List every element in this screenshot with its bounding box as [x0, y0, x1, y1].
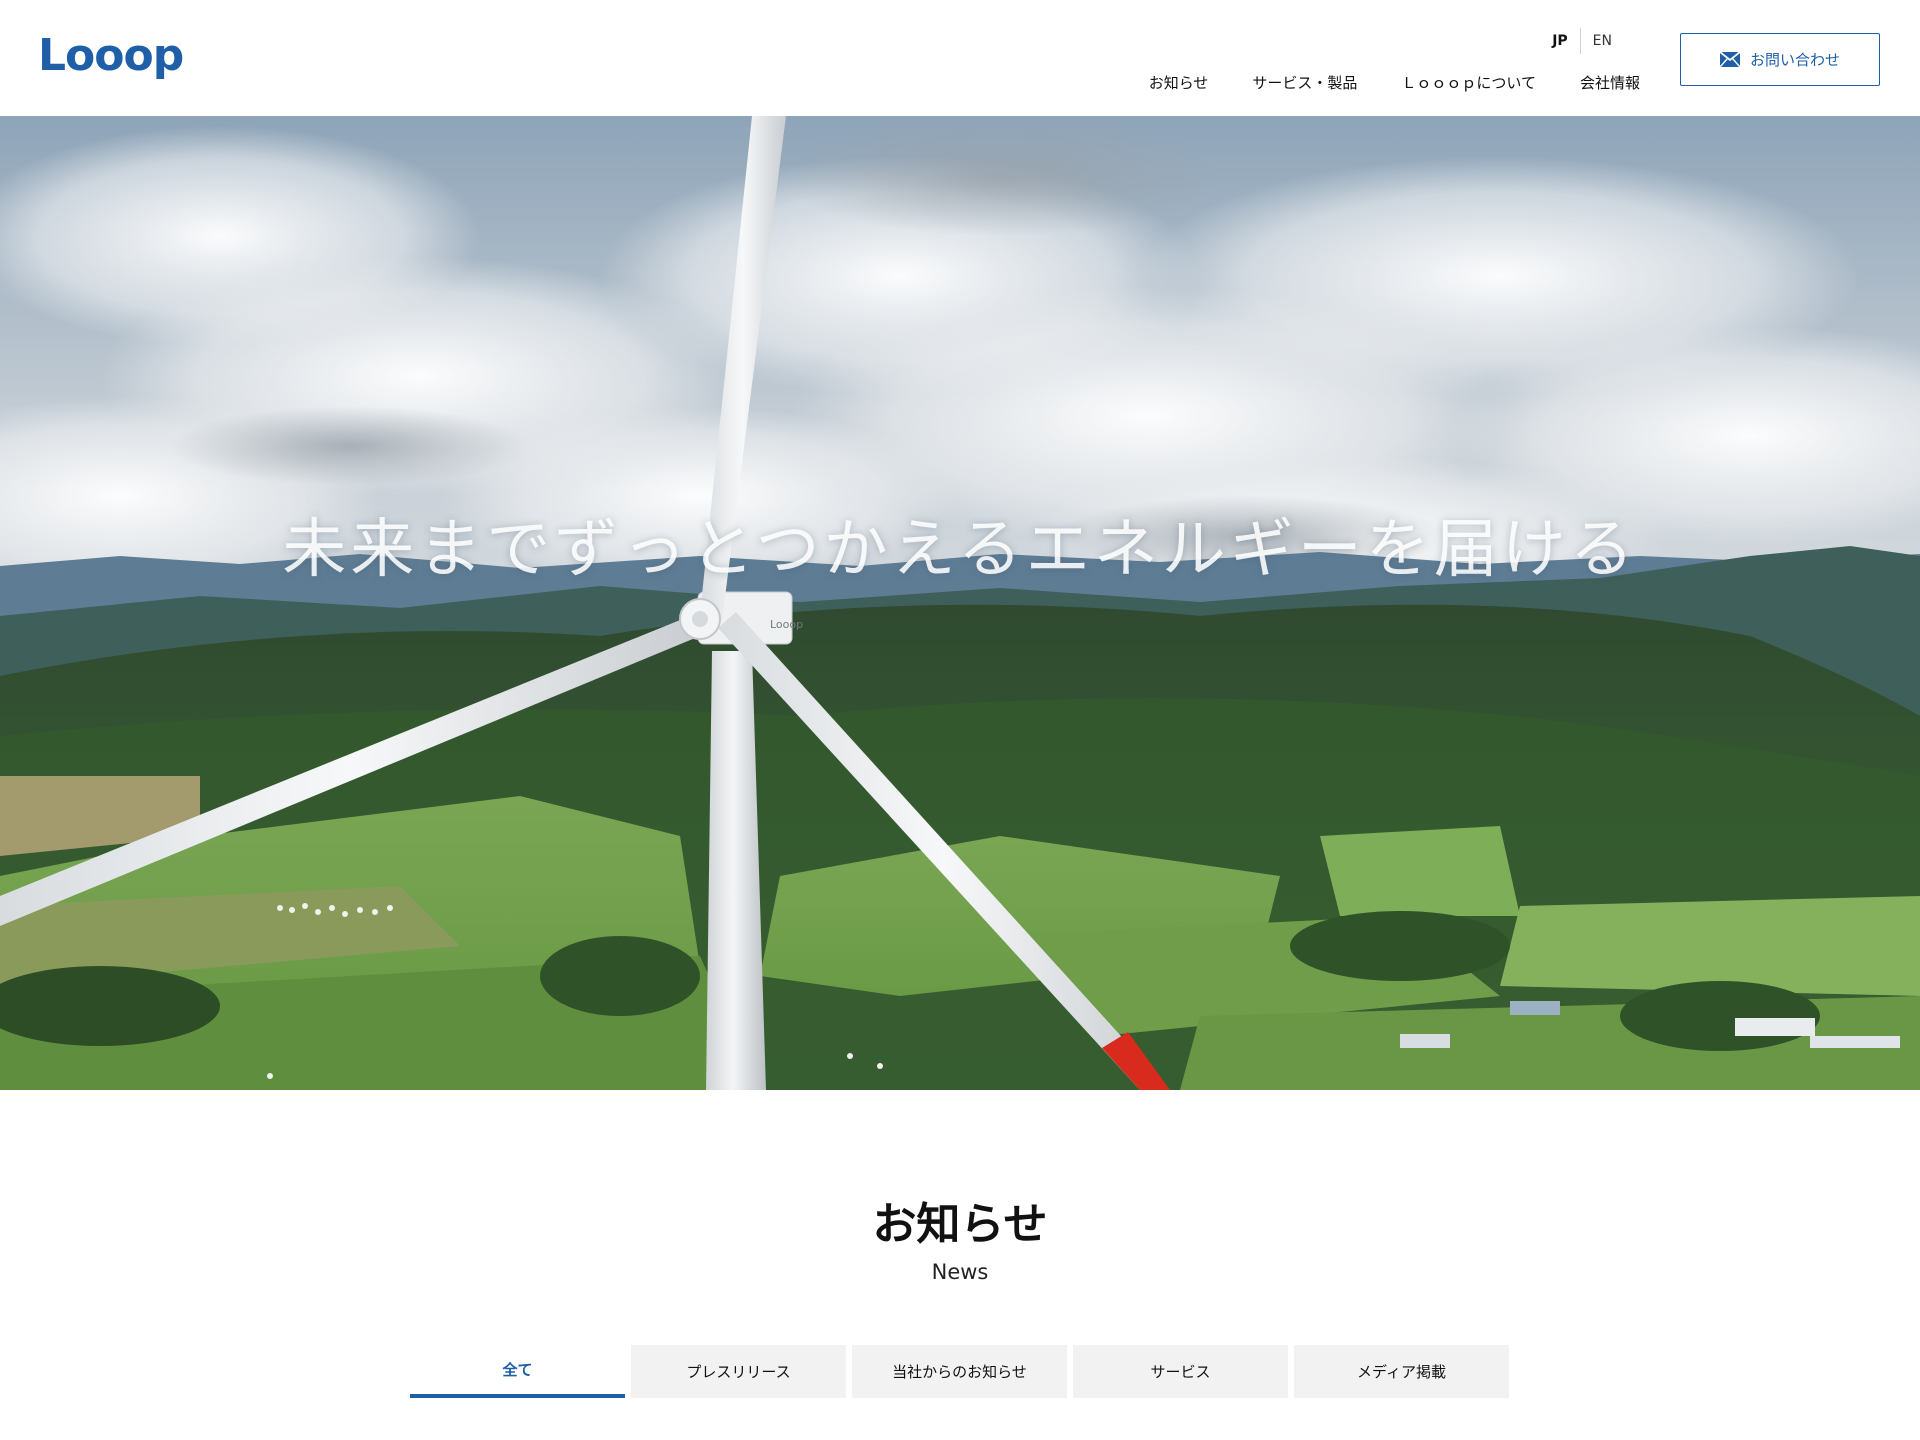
nav-news[interactable]: お知らせ — [1149, 72, 1209, 93]
mail-icon — [1719, 52, 1740, 67]
lang-jp[interactable]: JP — [1540, 31, 1579, 51]
news-section-title: お知らせ — [872, 1199, 1048, 1250]
hero-banner: Looop 未来までずっとつかえるエネルギーを届ける — [0, 116, 1920, 1090]
site-header: Looop JP EN お知らせ サービス・製品 Ｌｏｏｏｐについて 会社情報 … — [0, 0, 1920, 116]
contact-button[interactable]: お問い合わせ — [1680, 33, 1880, 86]
looop-logo[interactable]: Looop — [38, 34, 184, 78]
tab-service[interactable]: サービス — [1073, 1345, 1288, 1398]
turbine-nacelle-label: Looop — [770, 618, 803, 631]
news-category-tabs: 全て プレスリリース 当社からのお知らせ サービス メディア掲載 — [410, 1345, 1509, 1398]
hero-tagline: 未来までずっとつかえるエネルギーを届ける — [282, 513, 1638, 587]
tab-press-release[interactable]: プレスリリース — [631, 1345, 846, 1398]
nav-company[interactable]: 会社情報 — [1580, 72, 1640, 93]
contact-button-label: お問い合わせ — [1749, 51, 1840, 69]
lang-en[interactable]: EN — [1581, 31, 1624, 51]
tab-all[interactable]: 全て — [410, 1345, 625, 1398]
wind-turbine-landscape-image: Looop — [0, 116, 1920, 1090]
news-section-subtitle: News — [931, 1260, 989, 1284]
nav-about[interactable]: Ｌｏｏｏｐについて — [1401, 72, 1536, 93]
tab-company-news[interactable]: 当社からのお知らせ — [852, 1345, 1067, 1398]
nav-services[interactable]: サービス・製品 — [1252, 72, 1357, 93]
language-switcher: JP EN — [1540, 28, 1624, 54]
tab-media[interactable]: メディア掲載 — [1294, 1345, 1509, 1398]
main-nav: お知らせ サービス・製品 Ｌｏｏｏｐについて 会社情報 — [1105, 72, 1640, 93]
